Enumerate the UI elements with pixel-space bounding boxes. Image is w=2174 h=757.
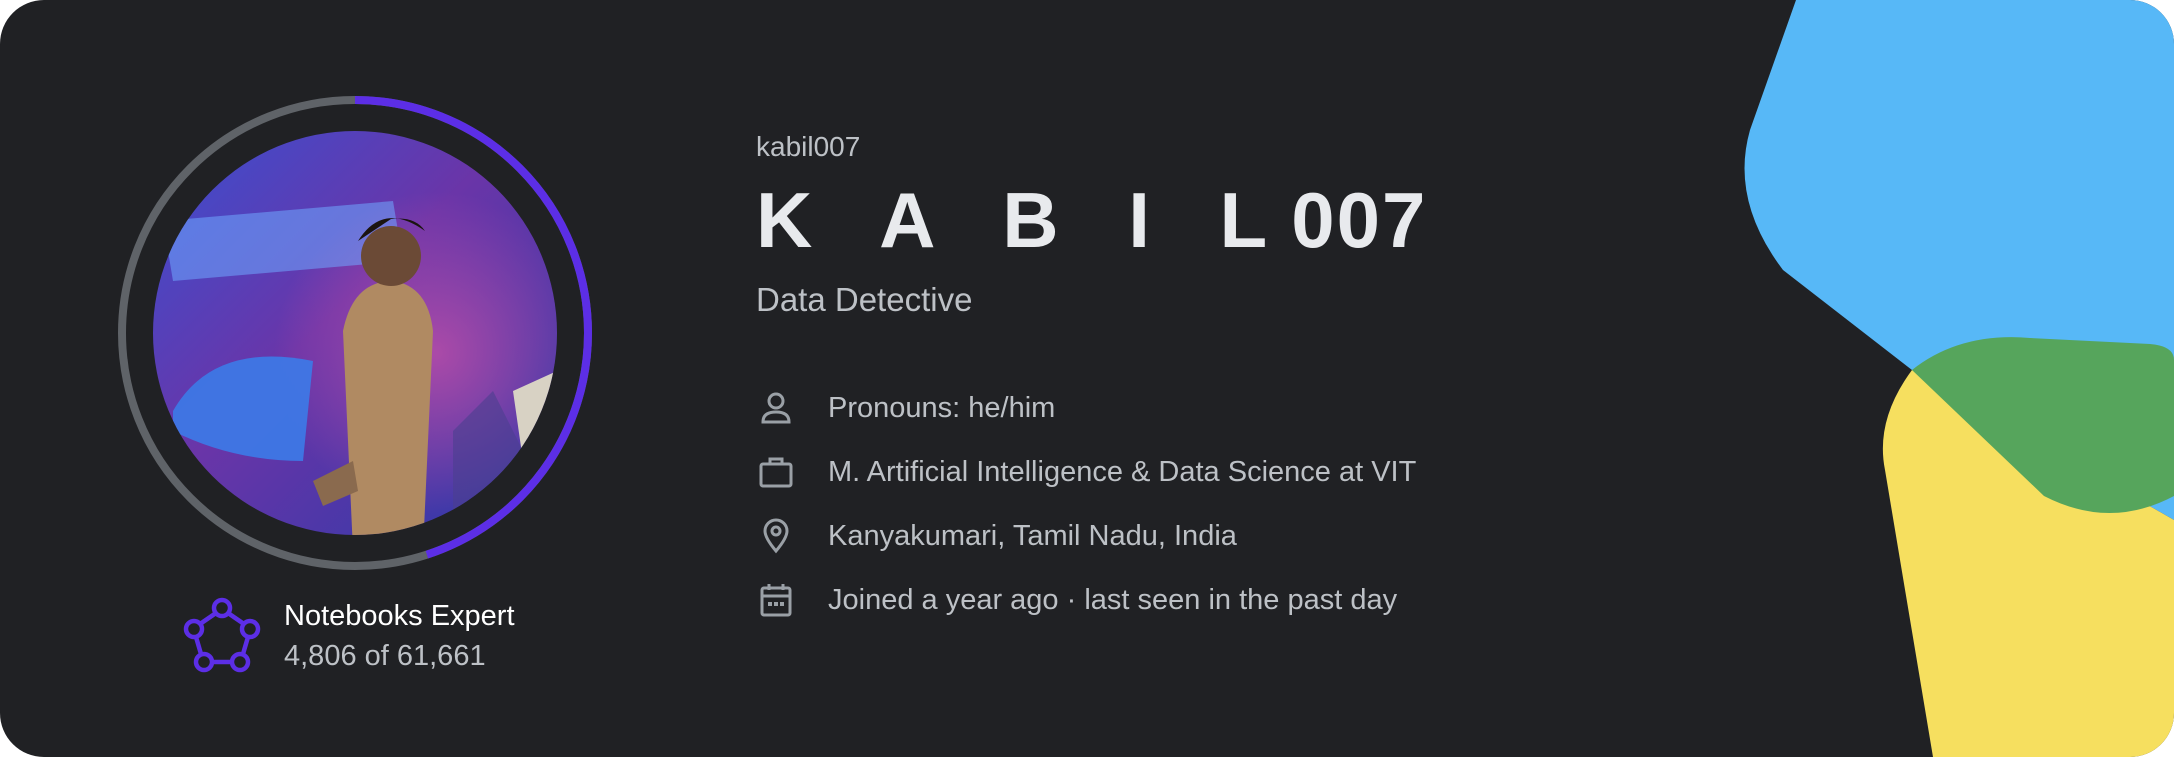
briefcase-icon — [759, 457, 793, 488]
detail-occupation: M. Artificial Intelligence & Data Scienc… — [756, 440, 1427, 504]
profile-info: kabil007 K A B I L007 Data Detective Pro… — [756, 130, 1427, 632]
detail-joined: Joined a year ago · last seen in the pas… — [756, 568, 1427, 632]
detail-text: Kanyakumari, Tamil Nadu, India — [828, 520, 1237, 552]
location-pin-icon — [763, 518, 789, 554]
detail-pronouns: Pronouns: he/him — [756, 376, 1427, 440]
detail-text: Pronouns: he/him — [828, 392, 1056, 424]
display-name-letters: K A B I L — [756, 176, 1292, 264]
display-name-digits: 007 — [1291, 176, 1428, 264]
detail-location: Kanyakumari, Tamil Nadu, India — [756, 504, 1427, 568]
username: kabil007 — [756, 131, 861, 162]
person-icon — [761, 392, 791, 424]
avatar — [153, 131, 557, 535]
detail-text: M. Artificial Intelligence & Data Scienc… — [828, 456, 1417, 488]
profile-card: Notebooks Expert 4,806 of 61,661 kabil00… — [0, 0, 2174, 757]
avatar-with-progress-ring[interactable] — [116, 94, 594, 572]
calendar-icon — [760, 584, 792, 617]
detail-text: Joined a year ago · last seen in the pas… — [828, 584, 1398, 616]
display-name: K A B I L007 — [756, 176, 1427, 264]
pentagon-network-icon — [183, 597, 261, 673]
tagline: Data Detective — [756, 281, 973, 318]
tier-badge[interactable]: Notebooks Expert 4,806 of 61,661 — [182, 596, 515, 676]
profile-details-list: Pronouns: he/him M. Artificial Intellige… — [756, 376, 1427, 632]
tier-rank: 4,806 of 61,661 — [284, 640, 486, 672]
tier-name: Notebooks Expert — [284, 600, 515, 632]
